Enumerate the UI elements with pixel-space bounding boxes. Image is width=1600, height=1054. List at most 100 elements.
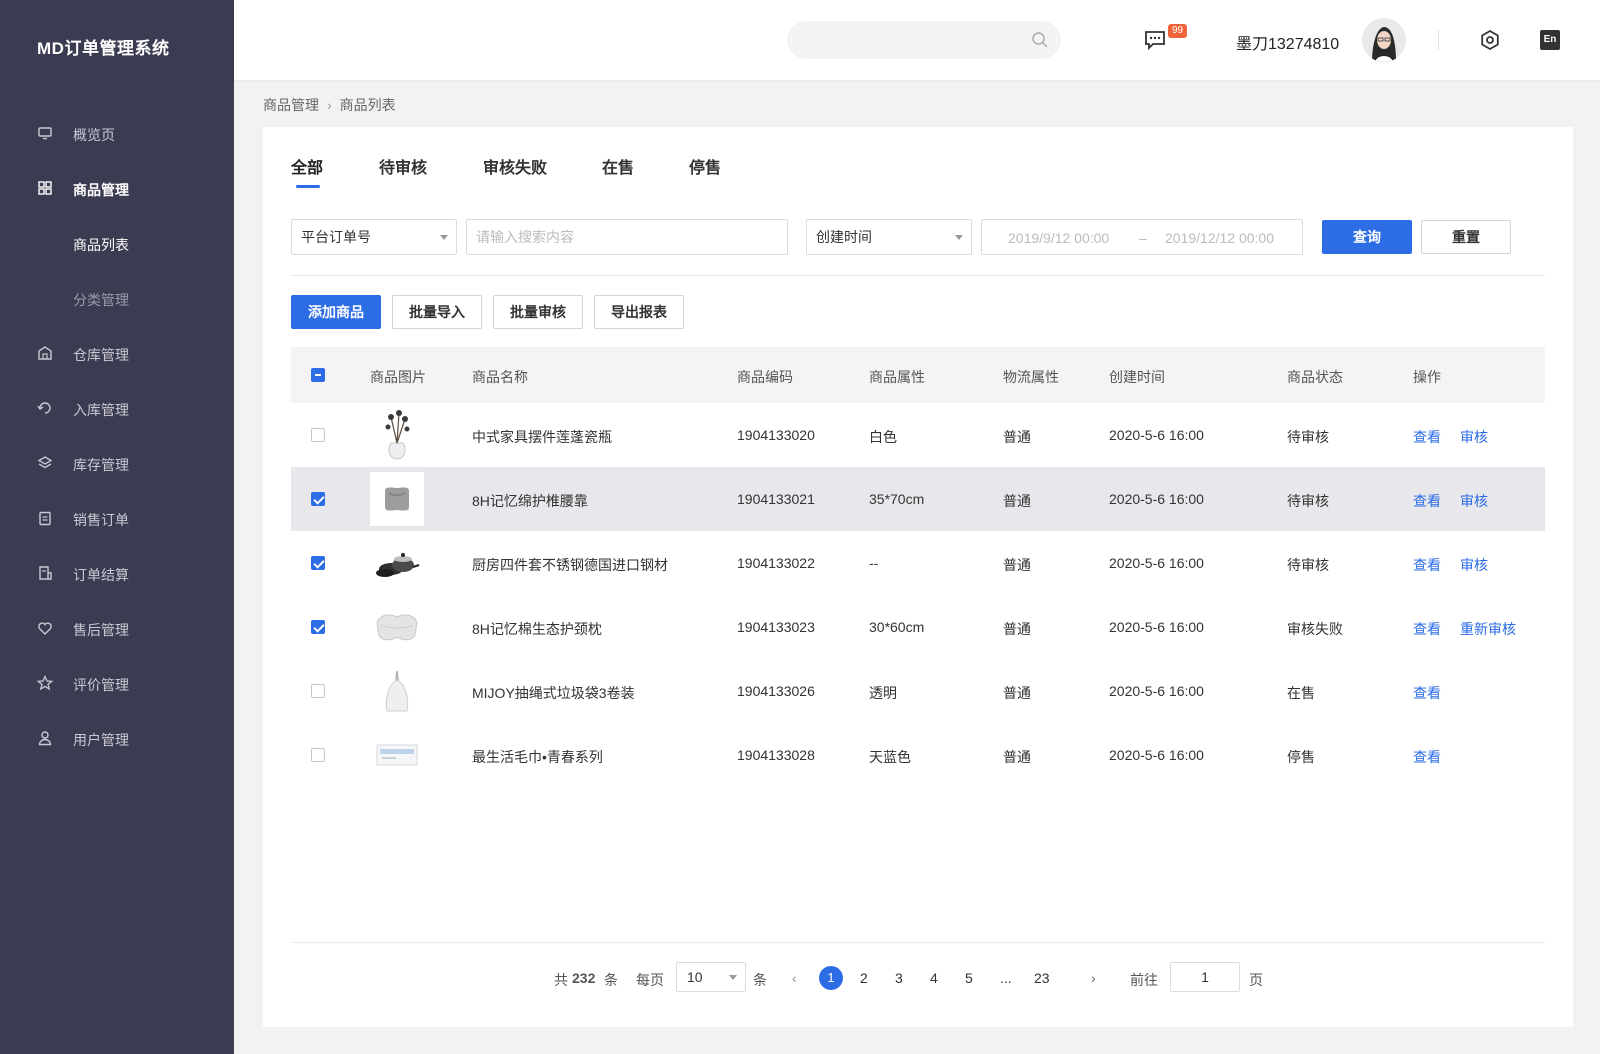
- towel-image[interactable]: [369, 727, 425, 783]
- created-time: 2020-5-6 16:00: [1109, 427, 1204, 443]
- global-search[interactable]: [787, 21, 1061, 59]
- page-button[interactable]: 3: [895, 970, 903, 986]
- view-link[interactable]: 查看: [1413, 747, 1441, 767]
- sidebar-item-label: 商品管理: [73, 182, 129, 198]
- table-row[interactable]: 最生活毛巾•青春系列 1904133028 天蓝色 普通 2020-5-6 16…: [291, 723, 1545, 787]
- next-page-icon[interactable]: ›: [1091, 970, 1096, 986]
- page-ellipsis[interactable]: ...: [1000, 970, 1012, 986]
- prev-page-icon[interactable]: ‹: [792, 970, 797, 986]
- row-checkbox[interactable]: [311, 428, 325, 442]
- breadcrumb-parent[interactable]: 商品管理: [263, 97, 319, 113]
- page-button[interactable]: 23: [1034, 970, 1050, 986]
- batch-import-button[interactable]: 批量导入: [392, 295, 482, 329]
- select-all-checkbox[interactable]: [311, 368, 325, 382]
- page-button-current[interactable]: 1: [819, 966, 843, 990]
- language-toggle[interactable]: En: [1540, 30, 1560, 50]
- message-icon[interactable]: [1144, 30, 1166, 50]
- sidebar-item-sales-orders[interactable]: 销售订单: [0, 498, 234, 538]
- reset-button[interactable]: 重置: [1421, 220, 1511, 254]
- sidebar-item-inventory[interactable]: 库存管理: [0, 443, 234, 483]
- sidebar-item-products[interactable]: 商品管理: [0, 168, 234, 208]
- product-name: 最生活毛巾•青春系列: [472, 749, 603, 765]
- filter-search-input[interactable]: [476, 229, 787, 245]
- sidebar-item-label: 评价管理: [73, 677, 129, 693]
- gear-icon[interactable]: [1479, 29, 1501, 51]
- inbound-icon: [37, 402, 51, 414]
- sidebar-item-product-list[interactable]: 商品列表: [0, 223, 234, 263]
- table-row[interactable]: 厨房四件套不锈钢德国进口钢材 1904133022 -- 普通 2020-5-6…: [291, 531, 1545, 595]
- table-row[interactable]: MIJOY抽绳式垃圾袋3卷装 1904133026 透明 普通 2020-5-6…: [291, 659, 1545, 723]
- row-checkbox[interactable]: [311, 620, 325, 634]
- trashbag-image[interactable]: [369, 663, 425, 719]
- avatar[interactable]: [1362, 18, 1406, 62]
- view-link[interactable]: 查看: [1413, 683, 1441, 703]
- column-header: 商品属性: [869, 369, 925, 385]
- table-row[interactable]: 中式家具摆件莲蓬瓷瓶 1904133020 白色 普通 2020-5-6 16:…: [291, 403, 1545, 467]
- filter-divider: [291, 275, 1545, 276]
- re-review-link[interactable]: 重新审核: [1460, 619, 1516, 639]
- sidebar-item-label: 概览页: [73, 127, 115, 143]
- table-row[interactable]: 8H记忆绵护椎腰靠 1904133021 35*70cm 普通 2020-5-6…: [291, 467, 1545, 531]
- view-link[interactable]: 查看: [1413, 555, 1441, 575]
- sidebar-item-label: 销售订单: [73, 512, 129, 528]
- view-link[interactable]: 查看: [1413, 491, 1441, 511]
- username[interactable]: 墨刀13274810: [1236, 30, 1339, 54]
- table-row[interactable]: 8H记忆棉生态护颈枕 1904133023 30*60cm 普通 2020-5-…: [291, 595, 1545, 659]
- sidebar-item-label: 用户管理: [73, 732, 129, 748]
- cushion-image[interactable]: [369, 471, 425, 527]
- view-link[interactable]: 查看: [1413, 427, 1441, 447]
- page-button[interactable]: 5: [965, 970, 973, 986]
- sidebar-item-warehouse[interactable]: 仓库管理: [0, 333, 234, 373]
- pillow-image[interactable]: [369, 599, 425, 655]
- cookware-image[interactable]: [369, 535, 425, 591]
- sidebar-item-reviews[interactable]: 评价管理: [0, 663, 234, 703]
- sidebar-item-settlement[interactable]: 订单结算: [0, 553, 234, 593]
- query-button[interactable]: 查询: [1322, 220, 1412, 254]
- sidebar-item-categories[interactable]: 分类管理: [0, 278, 234, 318]
- warehouse-icon: [38, 346, 52, 360]
- created-time: 2020-5-6 16:00: [1109, 683, 1204, 699]
- add-product-button[interactable]: 添加商品: [291, 295, 381, 329]
- heart-icon: [38, 622, 52, 635]
- status-text: 停售: [1287, 749, 1315, 765]
- review-link[interactable]: 审核: [1460, 555, 1488, 575]
- time-type-select[interactable]: 创建时间: [806, 219, 972, 255]
- per-page-select[interactable]: 10: [676, 962, 746, 992]
- logistics-attr: 普通: [1003, 685, 1031, 701]
- total-prefix: 共: [554, 972, 568, 988]
- sidebar-item-inbound[interactable]: 入库管理: [0, 388, 234, 428]
- export-report-button[interactable]: 导出报表: [594, 295, 684, 329]
- date-range-picker[interactable]: 2019/9/12 00:00 – 2019/12/12 00:00: [981, 219, 1303, 255]
- page-button[interactable]: 2: [860, 970, 868, 986]
- sidebar-item-users[interactable]: 用户管理: [0, 718, 234, 758]
- order-type-select[interactable]: 平台订单号: [291, 219, 457, 255]
- review-link[interactable]: 审核: [1460, 491, 1488, 511]
- layers-icon: [37, 456, 53, 469]
- row-checkbox[interactable]: [311, 748, 325, 762]
- view-link[interactable]: 查看: [1413, 619, 1441, 639]
- sidebar-item-label: 库存管理: [73, 457, 129, 473]
- batch-review-button[interactable]: 批量审核: [493, 295, 583, 329]
- column-header: 商品名称: [472, 369, 528, 385]
- row-checkbox[interactable]: [311, 684, 325, 698]
- search-field[interactable]: [466, 219, 788, 255]
- tab-off-sale[interactable]: 停售: [689, 154, 721, 178]
- receipt-icon: [39, 566, 52, 580]
- page-button[interactable]: 4: [930, 970, 938, 986]
- row-checkbox[interactable]: [311, 556, 325, 570]
- tab-pending[interactable]: 待审核: [379, 154, 427, 178]
- sidebar-item-overview[interactable]: 概览页: [0, 113, 234, 153]
- review-link[interactable]: 审核: [1460, 427, 1488, 447]
- sidebar-item-after-sales[interactable]: 售后管理: [0, 608, 234, 648]
- logistics-attr: 普通: [1003, 493, 1031, 509]
- tab-all[interactable]: 全部: [291, 154, 323, 188]
- search-input[interactable]: [787, 21, 1017, 59]
- search-icon[interactable]: [1031, 31, 1049, 49]
- pager-divider: [291, 942, 1545, 943]
- tab-on-sale[interactable]: 在售: [602, 154, 634, 178]
- total-count: 232: [572, 970, 596, 986]
- vase-image[interactable]: [369, 407, 425, 463]
- tab-failed[interactable]: 审核失败: [483, 154, 547, 178]
- goto-page-input[interactable]: 1: [1170, 962, 1240, 992]
- row-checkbox[interactable]: [311, 492, 325, 506]
